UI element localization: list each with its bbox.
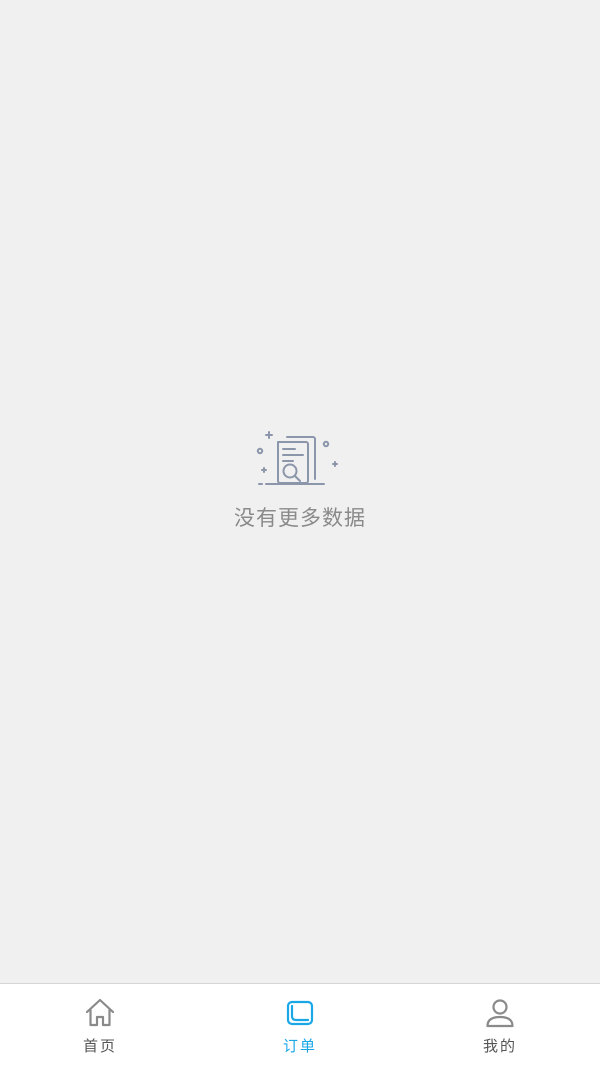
tab-home[interactable]: 首页 bbox=[0, 984, 200, 1067]
tab-profile-label: 我的 bbox=[482, 1037, 517, 1055]
order-icon bbox=[286, 1000, 314, 1026]
empty-message: 没有更多数据 bbox=[234, 506, 366, 530]
order-list-area[interactable]: 没有更多数据 bbox=[0, 0, 600, 983]
empty-state: 没有更多数据 bbox=[0, 428, 600, 532]
tab-orders[interactable]: 订单 bbox=[200, 984, 400, 1067]
order-screen: 没有更多数据 首页 订单 我的 bbox=[0, 0, 600, 1067]
tab-profile[interactable]: 我的 bbox=[400, 984, 600, 1067]
tab-orders-label: 订单 bbox=[282, 1037, 317, 1055]
tab-home-label: 首页 bbox=[82, 1037, 117, 1055]
home-icon bbox=[85, 998, 115, 1027]
bottom-tab-bar: 首页 订单 我的 bbox=[0, 983, 600, 1067]
profile-icon bbox=[486, 999, 514, 1028]
document-search-icon bbox=[256, 431, 338, 485]
